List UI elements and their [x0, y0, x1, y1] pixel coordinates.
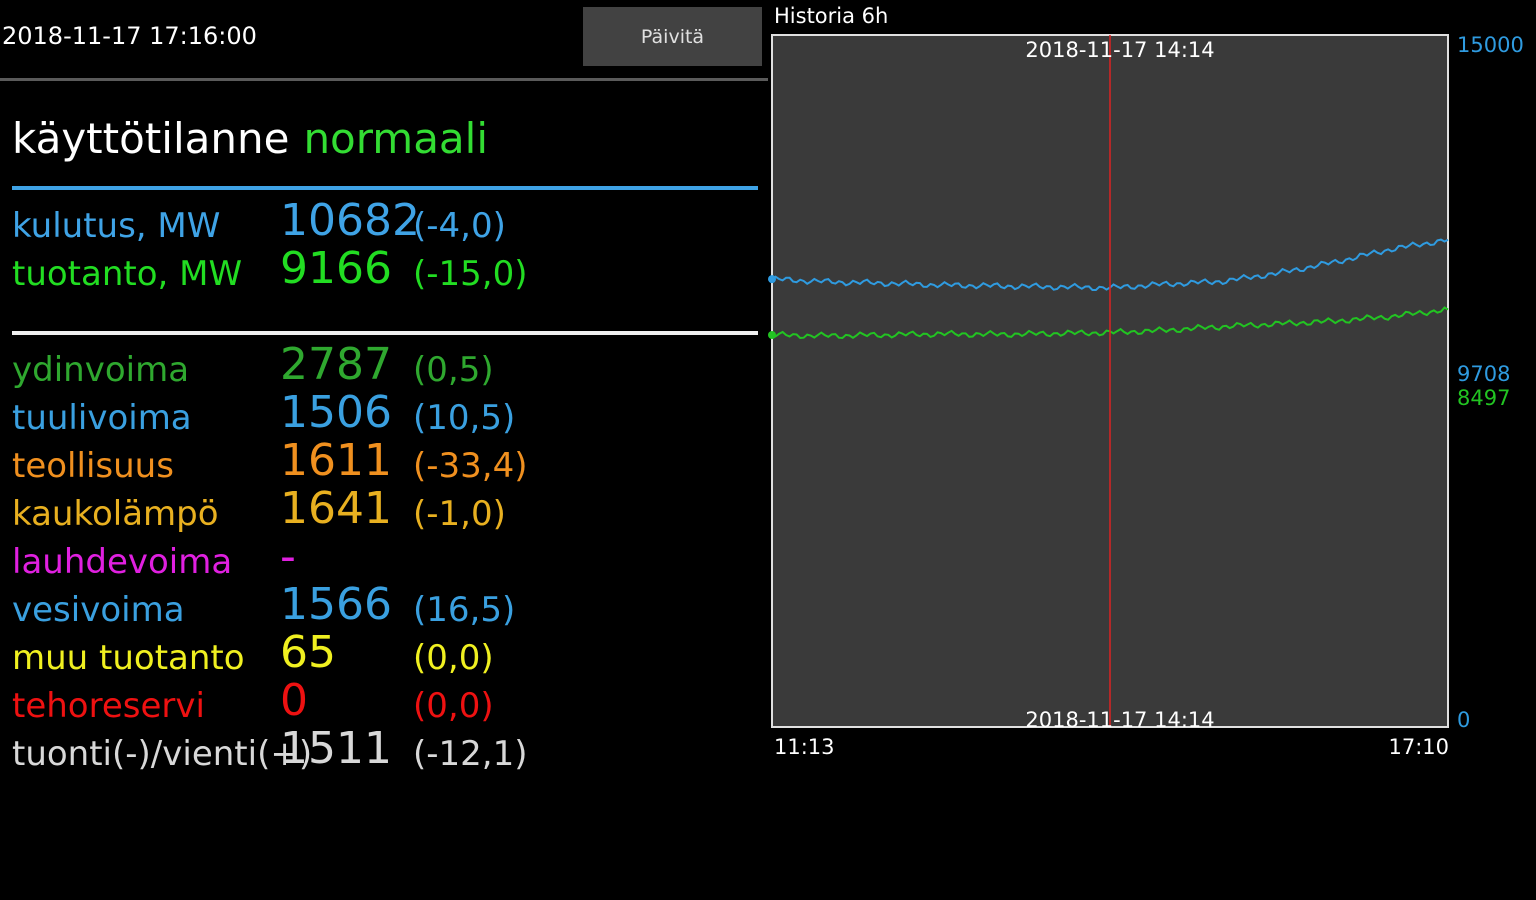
x-start-label: 11:13 [774, 735, 835, 759]
x-end-label: 17:10 [1388, 735, 1449, 759]
y-min-label: 0 [1457, 708, 1470, 732]
series-start-point-kulutus [768, 275, 776, 284]
history-chart: 2018-11-17 14:14 2018-11-17 14:14 11:13 … [768, 33, 1524, 759]
cursor-label-bottom: 2018-11-17 14:14 [1025, 708, 1214, 732]
cursor-label-top: 2018-11-17 14:14 [1025, 38, 1214, 62]
y-max-label: 15000 [1457, 33, 1524, 57]
consumption-last-label: 9708 [1457, 362, 1510, 386]
series-start-point-tuotanto [768, 331, 776, 340]
production-last-label: 8497 [1457, 386, 1510, 410]
